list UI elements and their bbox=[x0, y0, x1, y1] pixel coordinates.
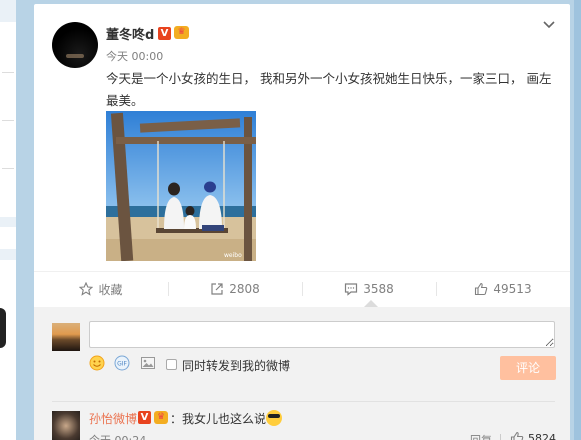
my-avatar[interactable] bbox=[52, 323, 80, 351]
left-divider bbox=[2, 72, 14, 73]
like-count: 49513 bbox=[493, 282, 532, 296]
verified-v-icon: V bbox=[138, 411, 151, 424]
repost-count: 2808 bbox=[229, 282, 260, 296]
author-avatar[interactable] bbox=[52, 22, 98, 68]
post-actions-bar: 收藏 2808 3588 49513 bbox=[34, 271, 570, 305]
verified-v-icon: V bbox=[158, 27, 171, 40]
svg-text:weibo: weibo bbox=[224, 252, 242, 259]
favorite-button[interactable]: 收藏 bbox=[34, 272, 168, 306]
image-icon[interactable] bbox=[140, 355, 156, 371]
thumbs-up-icon[interactable] bbox=[510, 431, 524, 440]
comment-pointer bbox=[364, 300, 378, 307]
post-time[interactable]: 今天 00:00 bbox=[106, 48, 163, 64]
left-card bbox=[0, 22, 16, 217]
weibo-post-card: 董冬咚d V ♛ 今天 00:00 今天是一个小女孩的生日， 我和另外一个小女孩… bbox=[34, 4, 570, 440]
star-icon bbox=[79, 282, 94, 296]
reply-like-count: 5824 bbox=[528, 432, 556, 440]
left-column-edge bbox=[0, 0, 16, 440]
reply-text: ：我女儿也这么说 bbox=[170, 412, 267, 426]
emoji-icon[interactable] bbox=[89, 355, 105, 371]
reply-author-name[interactable]: 孙怡微博 bbox=[89, 410, 137, 427]
reply-time: 今天 00:24 bbox=[89, 432, 146, 440]
post-photo[interactable]: weibo bbox=[106, 111, 256, 261]
vip-crown-icon: ♛ bbox=[154, 411, 168, 424]
chevron-down-icon[interactable] bbox=[542, 18, 556, 32]
comment-count: 3588 bbox=[363, 282, 394, 296]
left-avatar-fragment bbox=[0, 308, 6, 348]
author-name[interactable]: 董冬咚d bbox=[106, 24, 154, 43]
post-text: 今天是一个小女孩的生日， 我和另外一个小女孩祝她生日快乐，一家三口， 画左最美。 bbox=[106, 71, 552, 108]
repost-button[interactable]: 2808 bbox=[168, 272, 302, 306]
left-divider bbox=[2, 120, 14, 121]
repost-checkbox-label[interactable]: 同时转发到我的微博 bbox=[182, 357, 290, 374]
vip-crown-icon: ♛ bbox=[174, 26, 189, 39]
comment-divider bbox=[52, 401, 555, 402]
right-column-edge bbox=[574, 0, 581, 440]
left-card bbox=[0, 260, 16, 440]
favorite-label: 收藏 bbox=[98, 282, 123, 297]
left-card bbox=[0, 227, 16, 249]
comment-section: GIF 同时转发到我的微博 评论 孙怡微博 V ♛ ：我女儿也这么说 今天 00… bbox=[34, 307, 570, 440]
svg-text:GIF: GIF bbox=[117, 361, 127, 368]
like-button[interactable]: 49513 bbox=[436, 272, 570, 306]
left-divider bbox=[2, 168, 14, 169]
reply-action-divider bbox=[500, 434, 501, 440]
comment-input[interactable] bbox=[89, 321, 555, 348]
repost-checkbox[interactable] bbox=[166, 359, 177, 370]
gif-icon[interactable]: GIF bbox=[114, 355, 130, 371]
reply-button[interactable]: 回复 bbox=[470, 432, 492, 440]
repost-icon bbox=[211, 283, 223, 295]
submit-comment-button[interactable]: 评论 bbox=[500, 356, 556, 380]
reply-author-avatar[interactable] bbox=[52, 411, 80, 440]
thumbs-up-icon bbox=[475, 282, 488, 296]
sunglasses-emoji-icon bbox=[266, 410, 282, 426]
comment-icon bbox=[345, 283, 358, 296]
